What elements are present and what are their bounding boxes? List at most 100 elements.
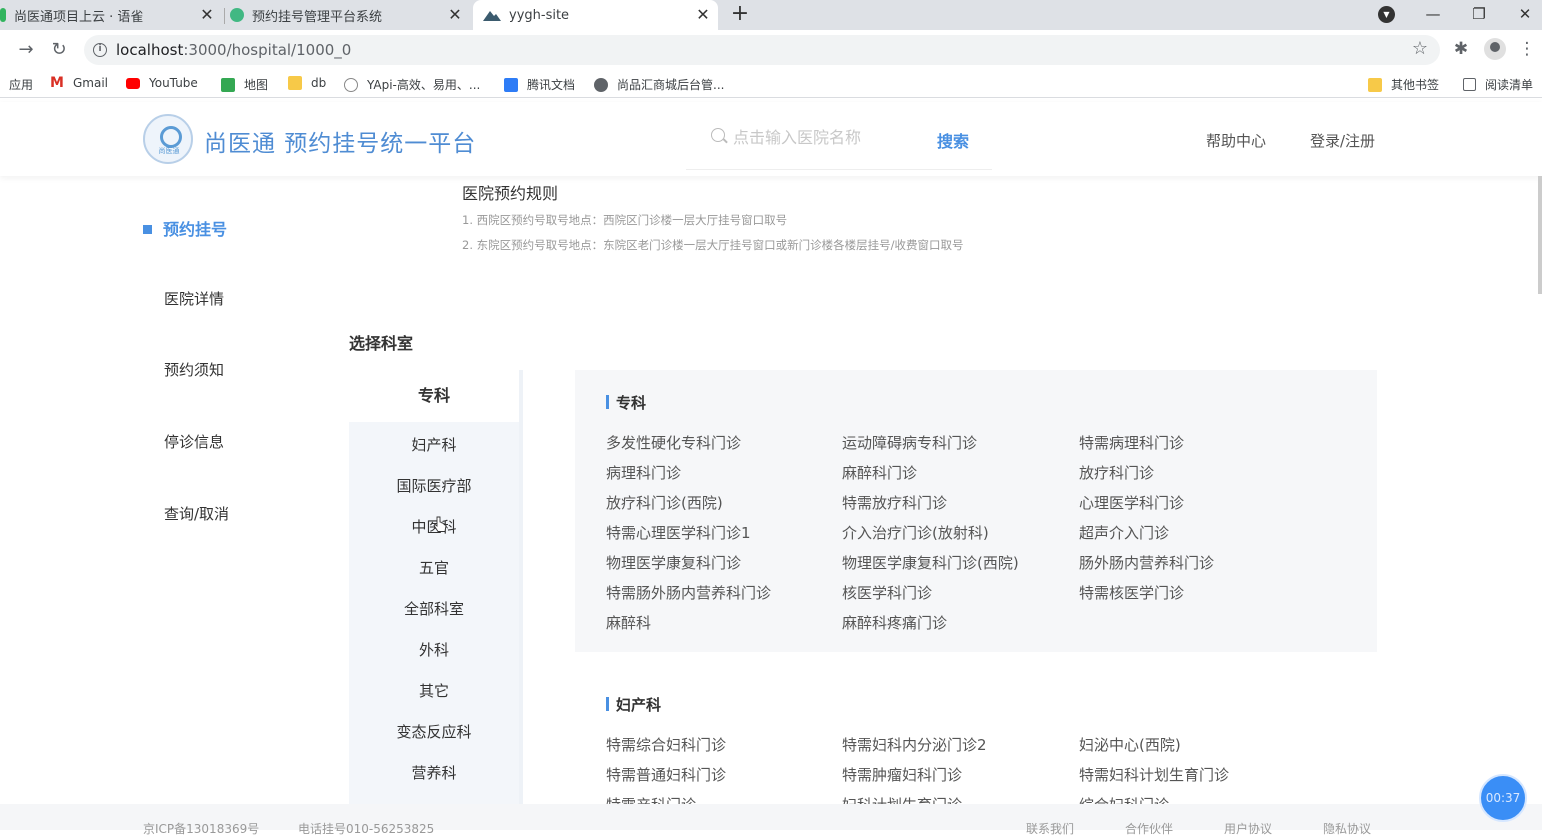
reading-list[interactable]: 阅读清单 bbox=[1463, 76, 1533, 93]
group-title: 妇产科 bbox=[606, 694, 661, 715]
footer-link-contact[interactable]: 联系我们 bbox=[1026, 820, 1074, 837]
bookmark-maps[interactable]: 地图 bbox=[221, 76, 268, 93]
dept-item[interactable]: 妇产科 bbox=[349, 434, 519, 455]
sub-dept-item[interactable]: 特需综合妇科门诊 bbox=[606, 734, 726, 755]
footer-link-terms[interactable]: 用户协议 bbox=[1224, 820, 1272, 837]
sub-dept-group-specialty: 专科 多发性硬化专科门诊 运动障碍病专科门诊 特需病理科门诊 病理科门诊 麻醉科… bbox=[575, 370, 1377, 652]
site-title[interactable]: 尚医通 预约挂号统一平台 bbox=[204, 124, 476, 158]
sub-dept-item[interactable]: 病理科门诊 bbox=[606, 462, 681, 483]
extensions-icon[interactable]: ✱ bbox=[1450, 39, 1472, 59]
sub-dept-item[interactable]: 特需心理医学科门诊1 bbox=[606, 522, 751, 543]
department-list: 专科 妇产科 国际医疗部 中医科 五官 全部科室 外科 其它 变态反应科 营养科 bbox=[349, 370, 523, 804]
menu-icon[interactable]: ⋮ bbox=[1516, 39, 1538, 59]
sub-dept-item[interactable]: 妇泌中心(西院) bbox=[1079, 734, 1181, 755]
search-button[interactable]: 搜索 bbox=[937, 128, 969, 152]
sub-dept-item[interactable]: 妇科计划生育门诊 bbox=[842, 794, 962, 804]
tab-admin[interactable]: 预约挂号管理平台系统 ✕ bbox=[230, 0, 470, 30]
minimize-button[interactable]: — bbox=[1410, 0, 1456, 30]
footer-link-privacy[interactable]: 隐私协议 bbox=[1323, 820, 1371, 837]
address-bar[interactable]: i localhost:3000/hospital/1000_0 ☆ bbox=[84, 35, 1440, 65]
page-scrollbar[interactable] bbox=[1538, 176, 1542, 294]
bookmark-gmail[interactable]: M Gmail bbox=[50, 76, 108, 90]
sub-dept-item[interactable]: 多发性硬化专科门诊 bbox=[606, 432, 741, 453]
nav-item-suspension[interactable]: 停诊信息 bbox=[164, 431, 224, 452]
sub-dept-item[interactable]: 麻醉科 bbox=[606, 612, 651, 633]
sub-dept-item[interactable]: 特需肠外肠内营养科门诊 bbox=[606, 582, 771, 603]
dept-item[interactable]: 营养科 bbox=[349, 762, 519, 783]
sub-dept-item[interactable]: 放疗科门诊(西院) bbox=[606, 492, 723, 513]
footer-phone: 电话挂号010-56253825 bbox=[298, 822, 435, 836]
site-header: 尚医通 尚医通 预约挂号统一平台 搜索 帮助中心 登录/注册 bbox=[0, 102, 1542, 176]
sub-dept-item[interactable]: 运动障碍病专科门诊 bbox=[842, 432, 977, 453]
bookmark-star-icon[interactable]: ☆ bbox=[1412, 38, 1428, 59]
sub-dept-item[interactable]: 超声介入门诊 bbox=[1079, 522, 1169, 543]
sub-dept-item[interactable]: 放疗科门诊 bbox=[1079, 462, 1154, 483]
restore-button[interactable]: ❐ bbox=[1456, 0, 1502, 30]
sub-dept-item[interactable]: 特需核医学门诊 bbox=[1079, 582, 1184, 603]
nav-item-hospital-detail[interactable]: 医院详情 bbox=[164, 288, 224, 309]
sub-dept-item[interactable]: 特需肿瘤妇科门诊 bbox=[842, 764, 962, 785]
nav-item-booking-notice[interactable]: 预约须知 bbox=[164, 359, 224, 380]
bookmark-shop-admin[interactable]: 尚品汇商城后台管... bbox=[594, 76, 724, 93]
dept-item[interactable]: 变态反应科 bbox=[349, 721, 519, 742]
close-icon[interactable]: ✕ bbox=[694, 6, 712, 24]
docs-icon bbox=[504, 77, 518, 92]
sub-dept-item[interactable]: 心理医学科门诊 bbox=[1079, 492, 1184, 513]
close-icon[interactable]: ✕ bbox=[446, 6, 464, 24]
bookmark-youtube[interactable]: YouTube bbox=[126, 76, 198, 90]
tab-yuque[interactable]: 尚医通项目上云 · 语雀 ✕ bbox=[0, 0, 222, 30]
sub-dept-item[interactable]: 物理医学康复科门诊 bbox=[606, 552, 741, 573]
sub-dept-item[interactable]: 特需病理科门诊 bbox=[1079, 432, 1184, 453]
sub-dept-item[interactable]: 特需普通妇科门诊 bbox=[606, 764, 726, 785]
reload-icon[interactable]: ↻ bbox=[47, 38, 71, 62]
active-marker bbox=[143, 225, 152, 234]
sub-dept-item[interactable]: 物理医学康复科门诊(西院) bbox=[842, 552, 1019, 573]
sub-dept-item[interactable]: 麻醉科门诊 bbox=[842, 462, 917, 483]
sub-dept-item[interactable]: 麻醉科疼痛门诊 bbox=[842, 612, 947, 633]
sub-dept-item[interactable]: 介入治疗门诊(放射科) bbox=[842, 522, 989, 543]
search-input[interactable] bbox=[733, 126, 903, 148]
nav-item-booking[interactable]: 预约挂号 bbox=[143, 216, 227, 240]
nav-item-query-cancel[interactable]: 查询/取消 bbox=[164, 503, 229, 524]
sub-dept-item[interactable]: 肠外肠内营养科门诊 bbox=[1079, 552, 1214, 573]
info-icon[interactable]: i bbox=[93, 43, 107, 57]
sub-dept-item[interactable]: 特需放疗科门诊 bbox=[842, 492, 947, 513]
url-text[interactable]: localhost:3000/hospital/1000_0 bbox=[116, 41, 351, 59]
sub-dept-item[interactable]: 特需产科门诊 bbox=[606, 794, 696, 804]
dept-item[interactable]: 外科 bbox=[349, 639, 519, 660]
footer-icp: 京ICP备13018369号 bbox=[143, 822, 260, 836]
tab-search-icon[interactable]: ▼ bbox=[1378, 6, 1395, 23]
login-register-link[interactable]: 登录/注册 bbox=[1310, 130, 1375, 151]
globe-icon bbox=[594, 77, 608, 92]
bookmark-yapi[interactable]: YApi-高效、易用、... bbox=[344, 76, 480, 93]
sub-dept-item[interactable]: 特需妇科计划生育门诊 bbox=[1079, 764, 1229, 785]
close-icon[interactable]: ✕ bbox=[198, 6, 216, 24]
rule-line: 2. 东院区预约号取号地点：东院区老门诊楼一层大厅挂号窗口或新门诊楼各楼层挂号/… bbox=[462, 238, 964, 252]
folder-icon bbox=[1368, 77, 1382, 92]
group-marker bbox=[606, 697, 609, 711]
dept-item[interactable]: 国际医疗部 bbox=[349, 475, 519, 496]
close-window-button[interactable]: ✕ bbox=[1502, 0, 1542, 30]
sub-dept-item[interactable]: 核医学科门诊 bbox=[842, 582, 932, 603]
maps-icon bbox=[221, 77, 235, 92]
bookmark-other[interactable]: 其他书签 bbox=[1368, 76, 1439, 93]
yapi-icon bbox=[344, 77, 358, 92]
bookmark-db[interactable]: db bbox=[288, 76, 326, 90]
dept-item-specialty[interactable]: 专科 bbox=[349, 370, 519, 422]
group-marker bbox=[606, 395, 609, 409]
help-center-link[interactable]: 帮助中心 bbox=[1206, 130, 1266, 151]
bookmark-tencent-docs[interactable]: 腾讯文档 bbox=[504, 76, 575, 93]
dept-item[interactable]: 全部科室 bbox=[349, 598, 519, 619]
tab-yygh-site[interactable]: yygh-site ✕ bbox=[473, 0, 718, 30]
bookmark-apps[interactable]: 应用 bbox=[9, 76, 33, 93]
footer-link-partners[interactable]: 合作伙伴 bbox=[1125, 820, 1173, 837]
profile-avatar-icon[interactable] bbox=[1484, 38, 1506, 60]
sub-dept-item[interactable]: 特需妇科内分泌门诊2 bbox=[842, 734, 987, 755]
dept-item[interactable]: 五官 bbox=[349, 557, 519, 578]
bookmarks-bar: 应用 M Gmail YouTube 地图 db YApi-高效、易用、... 腾… bbox=[0, 70, 1542, 98]
back-arrow-icon[interactable]: → bbox=[14, 38, 38, 62]
sub-dept-item[interactable]: 综合妇科门诊 bbox=[1079, 794, 1169, 804]
dept-item[interactable]: 其它 bbox=[349, 680, 519, 701]
site-logo[interactable]: 尚医通 bbox=[143, 114, 193, 164]
new-tab-button[interactable]: + bbox=[730, 3, 750, 25]
